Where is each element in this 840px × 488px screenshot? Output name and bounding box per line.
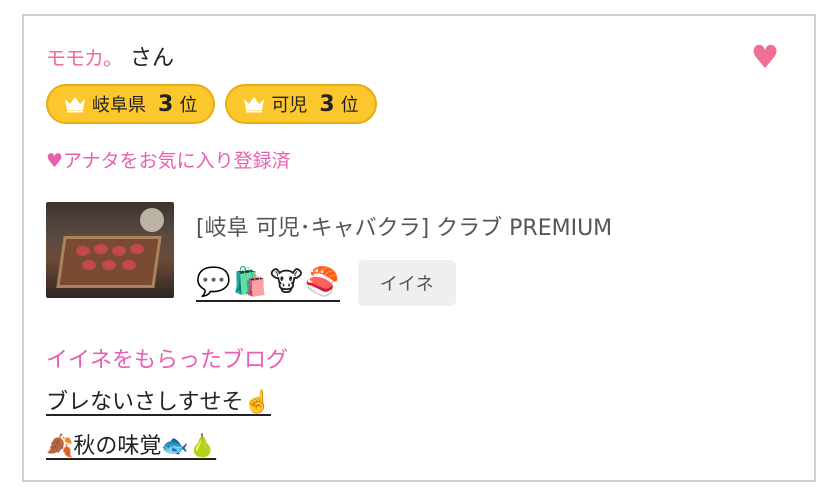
blog-post-link[interactable]: ブレないさしすせそ☝️ <box>46 384 271 416</box>
liked-blogs-heading: イイネをもらったブログ <box>46 348 289 373</box>
crown-icon <box>65 97 85 113</box>
heart-icon[interactable]: ♥ <box>750 41 780 73</box>
rank-suffix: 位 <box>340 95 359 116</box>
blog-post-link[interactable]: 🍂秋の味覚🐟🍐 <box>46 428 216 460</box>
rank-number: 3 <box>319 91 335 117</box>
rank-area: 可児 <box>271 95 308 116</box>
user-nickname[interactable]: モモカ。 <box>46 42 123 71</box>
user-honorific: さん <box>130 46 175 71</box>
rank-area: 岐阜県 <box>92 95 146 116</box>
emoji-tags[interactable]: 💬 🛍️ 🐮 🍣 <box>196 265 340 302</box>
rank-number: 3 <box>158 91 174 117</box>
sushi-icon: 🍣 <box>304 264 340 298</box>
iine-button[interactable]: イイネ <box>357 260 456 306</box>
rank-badge-prefecture[interactable]: 岐阜県 3位 <box>46 84 216 124</box>
shop-info: [岐阜 可児･キャバクラ] クラブ PREMIUM 💬 🛍️ 🐮 🍣 イイネ <box>196 202 612 306</box>
shop-tags-row: 💬 🛍️ 🐮 🍣 イイネ <box>196 260 612 306</box>
cow-icon: 🐮 <box>269 264 303 298</box>
shop-title[interactable]: [岐阜 可児･キャバクラ] クラブ PREMIUM <box>196 210 612 242</box>
profile-card: モモカ。 さん ♥ 岐阜県 3位 可児 3位 ♥アナタをお気に入り登録済 [岐阜… <box>22 14 816 482</box>
rank-suffix: 位 <box>179 95 198 116</box>
shop-row: [岐阜 可児･キャバクラ] クラブ PREMIUM 💬 🛍️ 🐮 🍣 イイネ <box>46 202 612 306</box>
crown-icon <box>244 97 265 113</box>
user-name-row: モモカ。 さん <box>46 40 174 72</box>
favorited-status: ♥アナタをお気に入り登録済 <box>46 150 291 172</box>
rank-badge-city[interactable]: 可児 3位 <box>225 84 377 124</box>
shopping-bags-icon: 🛍️ <box>232 264 268 298</box>
shop-thumbnail[interactable] <box>46 202 174 298</box>
speech-bubble-icon: 💬 <box>196 264 231 298</box>
rank-badges: 岐阜県 3位 可児 3位 <box>46 84 377 124</box>
